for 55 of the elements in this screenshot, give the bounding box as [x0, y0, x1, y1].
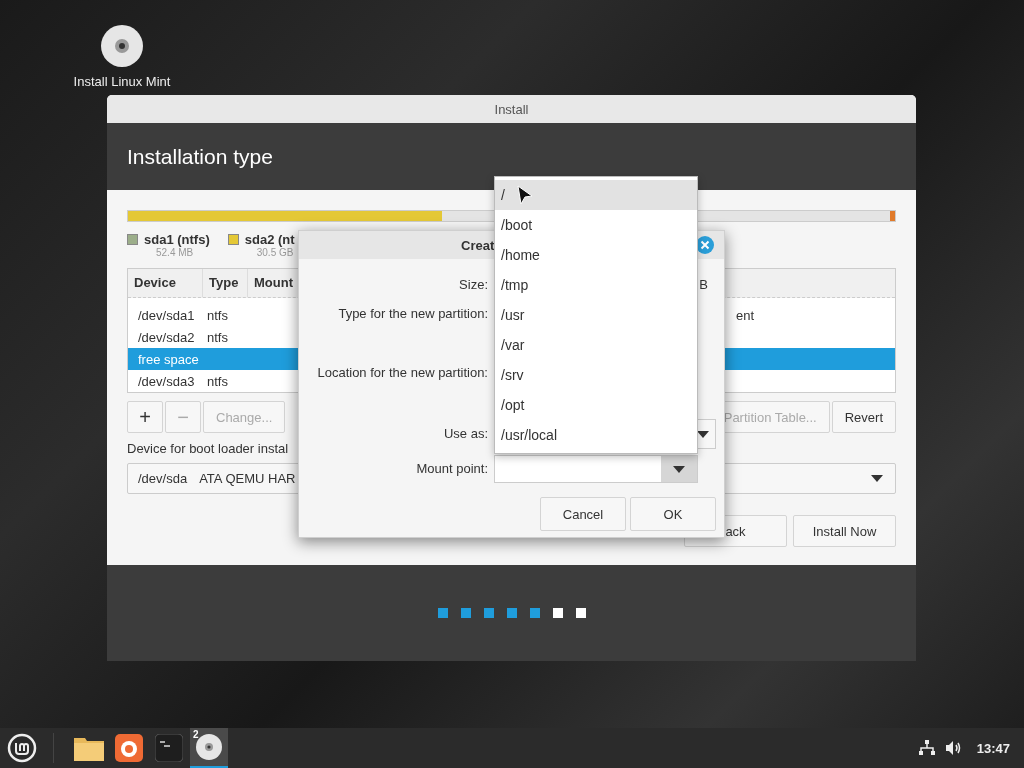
partition-name: sda1 (ntfs) — [144, 232, 210, 247]
cursor-icon — [517, 185, 533, 205]
menu-item[interactable]: /tmp — [495, 270, 697, 300]
partition-name: sda2 (nt — [244, 232, 295, 247]
desktop-icon-label[interactable]: Install Linux Mint — [73, 74, 171, 89]
browser-icon — [115, 734, 143, 762]
volume-icon[interactable] — [944, 740, 963, 756]
page-heading: Installation type — [127, 144, 273, 169]
clock[interactable]: 13:47 — [976, 740, 1010, 756]
type-cell-text: ntfs — [207, 373, 229, 389]
disc-icon[interactable] — [100, 24, 144, 68]
cancel-button[interactable]: Cancel — [540, 497, 626, 531]
boot-loader-label: Device for boot loader instal — [127, 441, 290, 457]
type-cell-text: ntfs — [207, 329, 229, 345]
terminal-icon — [155, 734, 183, 762]
field-label: Size: — [458, 276, 488, 294]
add-button[interactable]: + — [127, 401, 163, 433]
device-cell-text: /dev/sda3 — [138, 373, 196, 389]
window-count: 2 — [193, 729, 199, 740]
revert-button[interactable]: Revert — [831, 401, 896, 433]
partition-segment — [890, 211, 895, 221]
menu-item[interactable]: /srv — [495, 360, 697, 390]
menu-item[interactable]: /home — [495, 240, 697, 270]
device-cell-text: /dev/sda2 — [138, 329, 196, 345]
unit-label: B — [699, 276, 708, 294]
caret-icon — [697, 430, 709, 438]
taskbar-app[interactable]: 2 — [190, 728, 228, 768]
install-now-button[interactable]: Install Now — [793, 515, 896, 547]
menu-item[interactable]: /var — [495, 330, 697, 360]
caret-icon — [673, 465, 685, 473]
field-label: Mount point: — [415, 460, 488, 478]
device-cell-text: /dev/sda1 — [138, 307, 196, 323]
menu-item[interactable]: /usr/local — [495, 420, 697, 450]
partition-size: 52.4 MB — [156, 247, 195, 258]
ok-button[interactable]: OK — [630, 497, 716, 531]
mount-point-field[interactable] — [494, 455, 698, 483]
dialog-title: Creat — [461, 237, 495, 253]
menu-item[interactable]: / — [495, 180, 697, 210]
field-label: Type for the new partition: — [337, 305, 488, 323]
network-icon[interactable] — [918, 740, 935, 756]
device-cell-text: free space — [138, 351, 200, 367]
partition-size: 30.5 GB — [256, 247, 295, 258]
field-label: Location for the new partition: — [316, 364, 488, 382]
menu-item[interactable]: /boot — [495, 210, 697, 240]
folder-icon — [74, 735, 104, 761]
menu-item[interactable]: /usr — [495, 300, 697, 330]
menu-icon[interactable] — [7, 733, 37, 763]
column-header[interactable]: Device — [128, 269, 203, 297]
caret-icon — [871, 475, 883, 482]
dropdown-toggle[interactable] — [661, 456, 697, 482]
column-header[interactable]: Type — [203, 269, 248, 297]
field-label: Use as: — [442, 425, 488, 443]
window-title: Install — [494, 101, 529, 117]
menu-item[interactable]: /opt — [495, 390, 697, 420]
type-cell-text: ntfs — [207, 307, 229, 323]
